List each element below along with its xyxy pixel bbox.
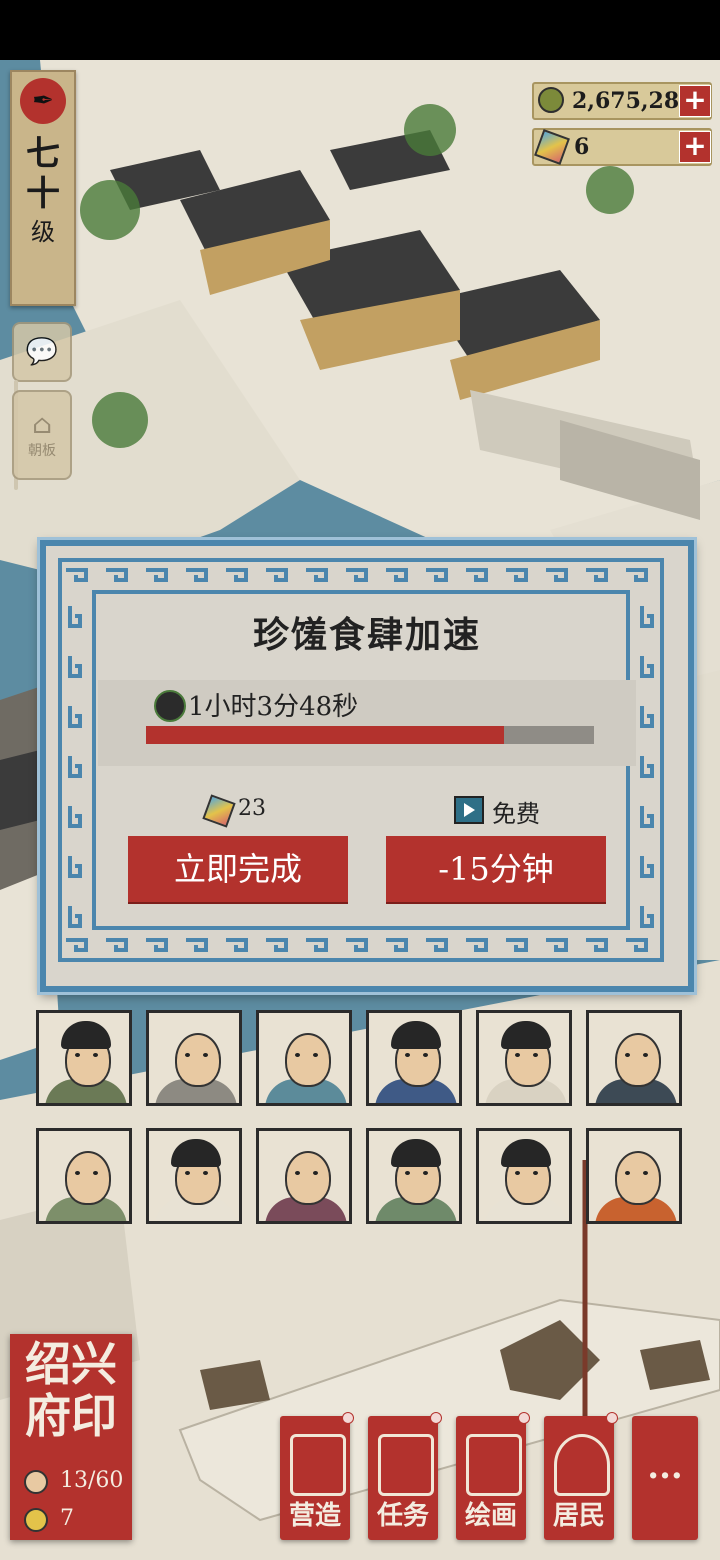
resident-eye xyxy=(295,1053,300,1057)
coin-icon xyxy=(538,87,564,113)
resident-eye xyxy=(625,1171,630,1175)
add-gems-button[interactable]: + xyxy=(679,131,711,163)
resident-portrait[interactable] xyxy=(36,1128,132,1224)
resident-eye xyxy=(533,1053,538,1057)
resident-eye xyxy=(515,1053,520,1057)
reduce-time-button[interactable]: -15分钟 xyxy=(386,836,606,902)
resident-face xyxy=(285,1151,331,1205)
seal-title: 绍兴 府印 xyxy=(25,1337,117,1443)
nav-residents-label: 居民 xyxy=(552,1501,605,1531)
video-ad-icon xyxy=(454,796,484,824)
city-seal[interactable]: 绍兴 府印 13/60 7 xyxy=(10,1334,132,1540)
population-icon xyxy=(24,1470,48,1494)
resident-eye xyxy=(75,1171,80,1175)
resident-face xyxy=(615,1033,661,1087)
resident-hat xyxy=(391,1139,441,1167)
person-icon xyxy=(554,1434,610,1496)
add-coins-button[interactable]: + xyxy=(679,85,711,117)
nav-paint-button[interactable]: 绘画 xyxy=(456,1412,530,1540)
resident-eye xyxy=(93,1171,98,1175)
board-icon: ⌂ xyxy=(32,410,52,440)
gems-value: 6 xyxy=(574,134,590,160)
resident-eye xyxy=(93,1053,98,1057)
population-count: 13/60 xyxy=(60,1468,124,1493)
level-suffix: 级 xyxy=(31,218,55,246)
resident-eye xyxy=(533,1171,538,1175)
level-label: 七 十 xyxy=(26,134,60,214)
resident-eye xyxy=(185,1053,190,1057)
resident-face xyxy=(615,1151,661,1205)
resident-eye xyxy=(313,1053,318,1057)
complete-now-button[interactable]: 立即完成 xyxy=(128,836,348,902)
resident-portrait[interactable] xyxy=(256,1128,352,1224)
resident-portrait[interactable] xyxy=(366,1128,462,1224)
nav-residents-button[interactable]: 居民 xyxy=(544,1412,618,1540)
nav-paint-label: 绘画 xyxy=(464,1501,517,1531)
nav-more-button[interactable]: ··· xyxy=(632,1416,698,1540)
resident-eye xyxy=(313,1171,318,1175)
resident-portrait[interactable] xyxy=(476,1010,572,1106)
resident-portrait[interactable] xyxy=(586,1010,682,1106)
resident-hat xyxy=(171,1139,221,1167)
resident-hat xyxy=(61,1021,111,1049)
gem-cost: 23 xyxy=(238,796,266,821)
scroll-icon xyxy=(466,1434,522,1496)
resident-portrait[interactable] xyxy=(476,1128,572,1224)
notification-dot xyxy=(430,1412,442,1424)
resident-eye xyxy=(405,1171,410,1175)
resident-eye xyxy=(423,1171,428,1175)
building-icon xyxy=(290,1434,346,1496)
resident-hat xyxy=(391,1021,441,1049)
resident-eye xyxy=(203,1171,208,1175)
resident-eye xyxy=(643,1171,648,1175)
notification-dot xyxy=(342,1412,354,1424)
speedup-dialog: 珍馐食肆加速 1小时3分48秒 23 免费 立即完成 -15分钟 xyxy=(40,540,694,992)
face-icon xyxy=(24,1508,48,1532)
brush-icon: ✒ xyxy=(20,78,66,124)
progress-fill xyxy=(146,726,504,744)
coins-value: 2,675,282 xyxy=(572,88,695,114)
resident-hat xyxy=(501,1139,551,1167)
dialog-title: 珍馐食肆加速 xyxy=(252,614,481,656)
book-icon xyxy=(378,1434,434,1496)
chat-bubble-icon: 💬 xyxy=(25,337,59,367)
resident-face xyxy=(285,1033,331,1087)
nav-build-label: 营造 xyxy=(288,1501,341,1531)
notification-dot xyxy=(606,1412,618,1424)
resident-eye xyxy=(75,1053,80,1057)
resident-face xyxy=(175,1033,221,1087)
board-button[interactable]: ⌂ 朝板 xyxy=(12,390,72,480)
nav-tasks-label: 任务 xyxy=(376,1501,429,1531)
nav-tasks-button[interactable]: 任务 xyxy=(368,1412,442,1540)
resident-hat xyxy=(501,1021,551,1049)
resident-eye xyxy=(295,1171,300,1175)
nav-build-button[interactable]: 营造 xyxy=(280,1412,354,1540)
free-label: 免费 xyxy=(492,800,540,828)
resident-eye xyxy=(643,1053,648,1057)
chat-button[interactable]: 💬 xyxy=(12,322,72,382)
resident-portrait[interactable] xyxy=(366,1010,462,1106)
notification-dot xyxy=(518,1412,530,1424)
resident-eye xyxy=(405,1053,410,1057)
clock-icon xyxy=(154,690,186,722)
resident-portrait[interactable] xyxy=(586,1128,682,1224)
more-icon: ··· xyxy=(647,1456,683,1496)
resident-eye xyxy=(625,1053,630,1057)
level-banner[interactable]: ✒ 七 十 级 xyxy=(10,70,76,306)
seal-count: 7 xyxy=(60,1506,74,1531)
resident-portrait[interactable] xyxy=(256,1010,352,1106)
gem-icon xyxy=(534,129,570,165)
resident-portrait[interactable] xyxy=(146,1128,242,1224)
resident-portrait[interactable] xyxy=(146,1010,242,1106)
resident-face xyxy=(65,1151,111,1205)
resident-eye xyxy=(423,1053,428,1057)
resident-eye xyxy=(185,1171,190,1175)
board-button-label: 朝板 xyxy=(28,443,56,459)
remaining-time: 1小时3分48秒 xyxy=(188,692,359,722)
resident-portrait[interactable] xyxy=(36,1010,132,1106)
resident-eye xyxy=(515,1171,520,1175)
resident-eye xyxy=(203,1053,208,1057)
